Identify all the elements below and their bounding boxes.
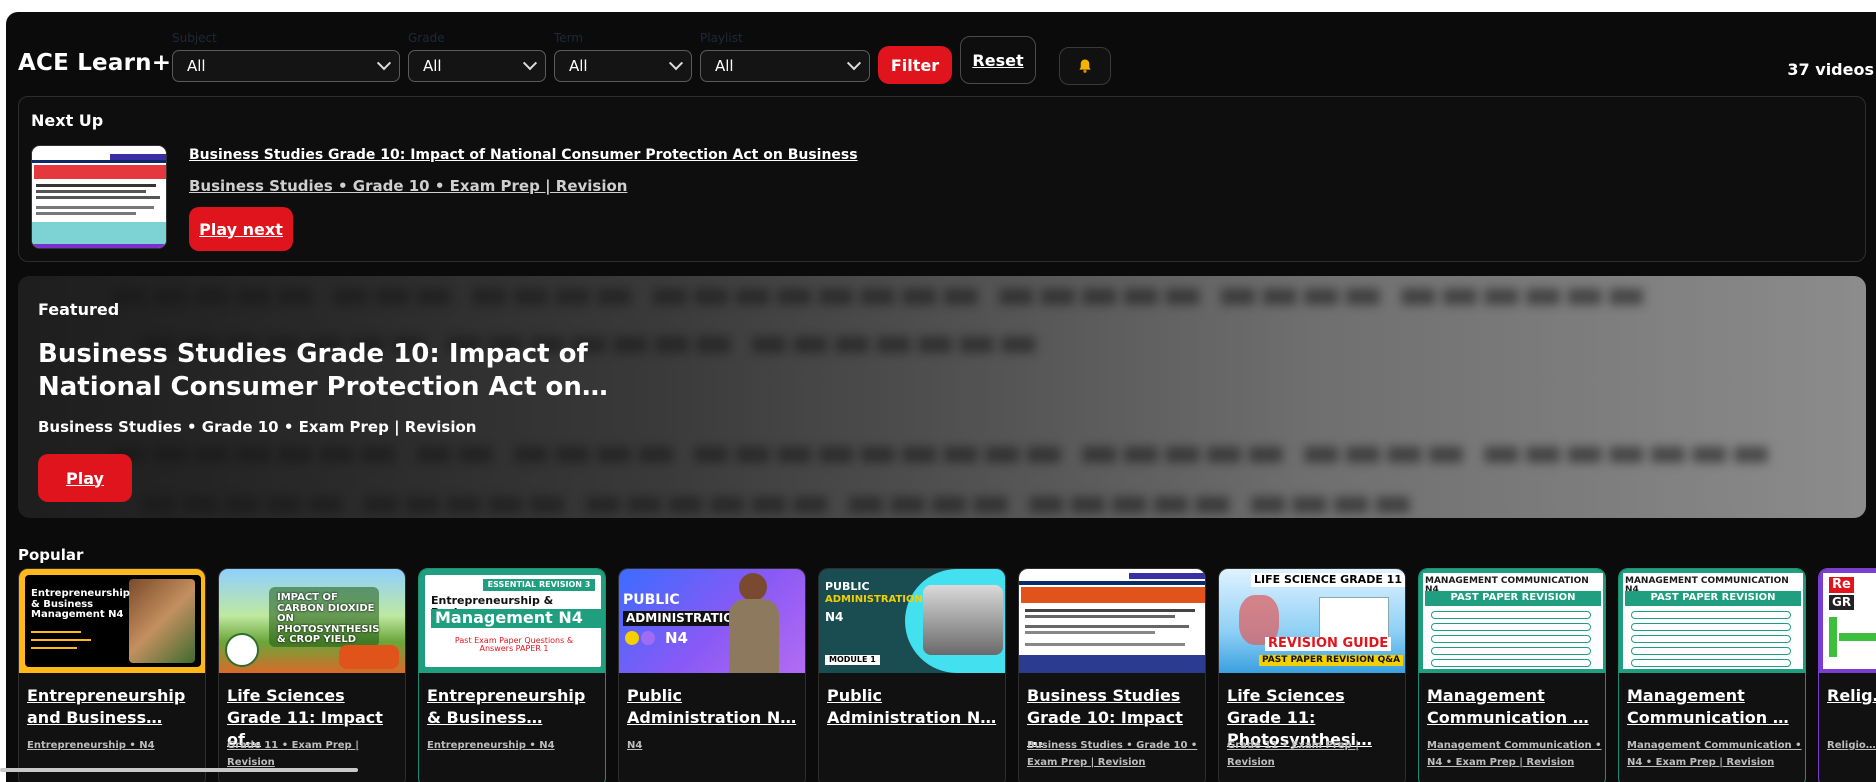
video-card-title: Public Administration N…: [827, 686, 997, 727]
next-up-title[interactable]: Business Studies Grade 10: Impact of Nat…: [189, 147, 858, 163]
thumb-text: PUBLIC: [623, 592, 680, 608]
thumb-text: PUBLIC: [825, 580, 870, 593]
play-button[interactable]: Play: [38, 454, 132, 502]
thumb-text: Re: [1829, 577, 1854, 593]
playlist-filter: Playlist All: [700, 30, 870, 82]
subject-filter-label: Subject: [172, 31, 217, 45]
video-card[interactable]: ESSENTIAL REVISION 3 Entrepreneurship & …: [418, 568, 606, 782]
video-card-meta: Management Communication • N4 • Exam Pre…: [1627, 740, 1802, 768]
thumb-text: GR: [1829, 595, 1855, 610]
video-thumbnail: PUBLIC ADMINISTRATION N4: [619, 569, 805, 673]
video-count: 37 videos: [1787, 60, 1874, 79]
filter-button[interactable]: Filter: [878, 46, 952, 84]
thumb-text: Management N4: [431, 609, 601, 628]
video-thumbnail: LIFE SCIENCE GRADE 11 REVISION GUIDE PAS…: [1219, 569, 1405, 673]
next-up-thumbnail[interactable]: [31, 145, 167, 249]
next-up-panel: Next Up Business Studies Grade 10: Impac…: [18, 96, 1866, 262]
playlist-filter-label: Playlist: [700, 31, 743, 45]
video-card[interactable]: Business Studies Grade 10: Impact … Busi…: [1018, 568, 1206, 782]
subject-select[interactable]: All: [172, 50, 400, 82]
subject-select-value: All: [187, 57, 206, 75]
video-thumbnail: MANAGEMENT COMMUNICATION N4 PAST PAPER R…: [1419, 569, 1605, 673]
thumb-text: PAST PAPER REVISION: [1425, 591, 1601, 606]
video-card-meta: Grade 11 • Exam Prep | Revision: [227, 740, 359, 768]
thumb-text: N4: [825, 610, 844, 624]
video-card-title: Management Communication …: [1627, 686, 1789, 727]
video-thumbnail: IMPACT OF CARBON DIOXIDE ON PHOTOSYNTHES…: [219, 569, 405, 673]
thumb-text: ADMINISTRATION: [623, 611, 747, 626]
featured-meta: Business Studies • Grade 10 • Exam Prep …: [38, 418, 477, 436]
video-card-meta: Religio… Exam P…: [1827, 740, 1876, 751]
video-card[interactable]: IMPACT OF CARBON DIOXIDE ON PHOTOSYNTHES…: [218, 568, 406, 782]
video-card-meta: Grade 11 • Exam Prep | Revision: [1227, 740, 1359, 768]
video-thumbnail: Entrepreneurship & Business Management N…: [19, 569, 205, 673]
grade-select-value: All: [423, 57, 442, 75]
featured-banner: ▬▬▬▬▬ ▬▬▬ ▬▬▬▬ ▬▬▬▬▬▬▬▬ ▬▬▬▬▬ ▬▬▬▬ ▬▬▬▬▬…: [18, 276, 1866, 518]
video-card[interactable]: PUBLIC ADMINISTRATION N4 Public Administ…: [618, 568, 806, 782]
horizontal-scrollbar[interactable]: [0, 768, 358, 772]
video-card[interactable]: Re GR Relig… Grad… Religio… Exam P…: [1818, 568, 1876, 782]
video-thumbnail: MANAGEMENT COMMUNICATION N4 PAST PAPER R…: [1619, 569, 1805, 673]
video-card-title: Relig… Grad…: [1827, 686, 1876, 705]
chevron-down-icon: [668, 56, 684, 71]
thumb-text: IMPACT OF CARBON DIOXIDE ON PHOTOSYNTHES…: [277, 592, 380, 645]
video-thumbnail: ESSENTIAL REVISION 3 Entrepreneurship & …: [419, 569, 605, 673]
play-next-button[interactable]: Play next: [189, 207, 293, 251]
thumb-text: LIFE SCIENCE GRADE 11: [1251, 573, 1405, 587]
thumb-text: REVISION GUIDE: [1265, 637, 1392, 651]
thumb-text: Past Exam Paper Questions & Answers PAPE…: [454, 636, 574, 654]
video-thumbnail: PUBLIC ADMINISTRATION N4 MODULE 1: [819, 569, 1005, 673]
video-card-title: Entrepreneurship and Business…: [27, 686, 186, 727]
thumb-text: MODULE 1: [825, 655, 880, 666]
grade-filter-label: Grade: [408, 31, 445, 45]
video-card-meta: Entrepreneurship • N4: [27, 740, 155, 751]
video-thumbnail: Re GR: [1819, 569, 1876, 673]
video-card[interactable]: PUBLIC ADMINISTRATION N4 MODULE 1 Public…: [818, 568, 1006, 782]
thumb-text: PAST PAPER REVISION Q&A: [1259, 655, 1404, 667]
featured-title: Business Studies Grade 10: Impact of Nat…: [38, 339, 608, 402]
chevron-down-icon: [376, 56, 392, 71]
chevron-down-icon: [846, 56, 862, 71]
featured-label: Featured: [38, 300, 120, 319]
thumb-text: N4: [665, 629, 688, 647]
video-card[interactable]: MANAGEMENT COMMUNICATION N4 PAST PAPER R…: [1618, 568, 1806, 782]
popular-heading: Popular: [18, 546, 84, 564]
term-select-value: All: [569, 57, 588, 75]
term-filter-label: Term: [554, 31, 584, 45]
notifications-button[interactable]: [1059, 47, 1111, 85]
grade-select[interactable]: All: [408, 50, 546, 82]
video-card-meta: N4: [627, 740, 643, 751]
video-card-meta: Management Communication • N4 • Exam Pre…: [1427, 740, 1602, 768]
video-card[interactable]: LIFE SCIENCE GRADE 11 REVISION GUIDE PAS…: [1218, 568, 1406, 782]
video-card-title: Entrepreneurship & Business…: [427, 686, 586, 727]
video-card[interactable]: MANAGEMENT COMMUNICATION N4 PAST PAPER R…: [1418, 568, 1606, 782]
thumb-text: Entrepreneurship & Business Management N…: [31, 588, 130, 620]
subject-filter: Subject All: [172, 30, 400, 82]
video-card-title: Public Administration N…: [627, 686, 797, 727]
chevron-down-icon: [522, 56, 538, 71]
next-up-meta[interactable]: Business Studies • Grade 10 • Exam Prep …: [189, 177, 627, 195]
next-up-heading: Next Up: [31, 111, 104, 130]
video-card[interactable]: Entrepreneurship & Business Management N…: [18, 568, 206, 782]
thumb-text: ADMINISTRATION: [825, 594, 923, 605]
playlist-select[interactable]: All: [700, 50, 870, 82]
video-card-title: Management Communication …: [1427, 686, 1589, 727]
popular-rail[interactable]: Entrepreneurship & Business Management N…: [18, 568, 1876, 782]
reset-button[interactable]: Reset: [960, 36, 1036, 84]
video-card-meta: Entrepreneurship • N4: [427, 740, 555, 751]
video-thumbnail: [1019, 569, 1205, 673]
grade-filter: Grade All: [408, 30, 546, 82]
playlist-select-value: All: [715, 57, 734, 75]
bell-icon: [1079, 59, 1091, 73]
thumb-text: ESSENTIAL REVISION 3: [483, 579, 595, 591]
term-select[interactable]: All: [554, 50, 692, 82]
app-window: ACE Learn+ Subject All Grade All Term Al…: [6, 12, 1876, 782]
video-card-meta: Business Studies • Grade 10 • Exam Prep …: [1027, 740, 1198, 768]
term-filter: Term All: [554, 30, 692, 82]
brand-logo[interactable]: ACE Learn+: [18, 50, 171, 76]
thumb-text: PAST PAPER REVISION: [1625, 591, 1801, 606]
